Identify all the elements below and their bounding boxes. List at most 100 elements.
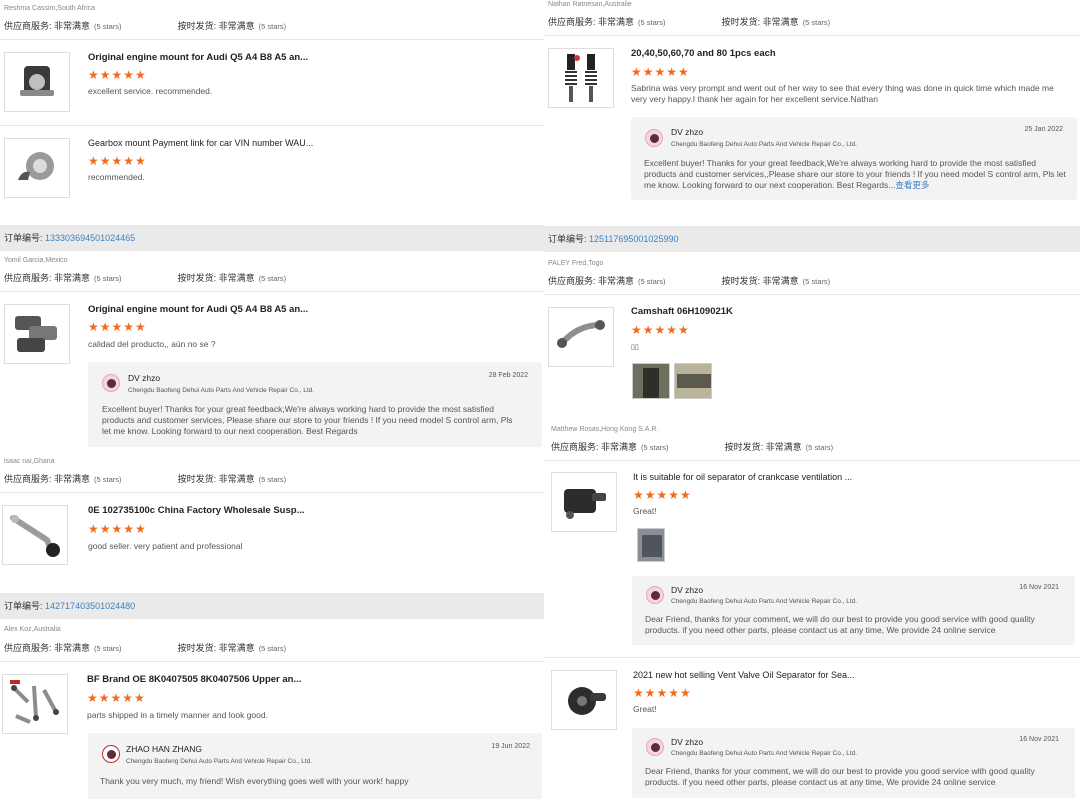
reply-text: Thank you very much, my friend! Wish eve… [100,776,409,786]
order-number-label: 订单编号: [4,601,43,611]
rating-stars-text: (5 stars) [638,277,666,286]
product-title-link[interactable]: It is suitable for oil separator of cran… [633,472,852,482]
divider [0,661,544,662]
product-title-link[interactable]: Original engine mount for Audi Q5 A4 B8 … [88,52,308,63]
rating-value: 非常满意 [218,474,255,484]
seller-company: Chengdu Baofeng Dehui Auto Parts And Veh… [671,598,858,605]
review-photo[interactable] [674,363,712,399]
rating-stars-text: (5 stars) [94,22,122,31]
product-title-link[interactable]: BF Brand OE 8K0407505 8K0407506 Upper an… [87,674,301,685]
review-comment: good seller. very patient and profession… [88,541,243,551]
seller-reply: DV zhzo Chengdu Baofeng Dehui Auto Parts… [88,362,542,447]
service-rating-line: 供应商服务: 非常满意 (5 stars) 按时发货: 非常满意 (5 stars) [548,274,830,287]
seller-avatar [102,374,120,392]
seller-reply: DV zhzo Chengdu Baofeng Dehui Auto Parts… [632,576,1075,645]
rating-stars-text: (5 stars) [802,18,831,27]
product-title-link[interactable]: 0E 102735100c China Factory Wholesale Su… [88,505,305,516]
seller-reply: ZHAO HAN ZHANG Chengdu Baofeng Dehui Aut… [88,733,542,799]
rating-value: 非常满意 [598,17,635,27]
star-rating: ★★★★★ [633,686,692,700]
reply-text: Dear Friend, thanks for your comment, we… [645,614,1035,635]
order-number-label: 订单编号: [4,233,43,243]
product-thumbnail[interactable] [4,52,70,112]
order-number-label: 订单编号: [548,234,587,244]
product-title-link[interactable]: Original engine mount for Audi Q5 A4 B8 … [88,304,308,315]
divider [544,294,1080,295]
product-title-link[interactable]: 20,40,50,60,70 and 80 1pcs each [631,48,776,59]
seller-name: DV zhzo [128,373,161,383]
review-comment: recommended. [88,172,145,182]
review-comment: Great! [633,506,657,516]
control-arm-icon [10,515,60,557]
rating-value: 非常满意 [218,273,255,283]
supplier-service-label: 供应商服务: [4,643,52,653]
star-rating: ★★★★★ [88,320,147,334]
engine-mount-icon [20,66,54,96]
seller-name: DV zhzo [671,585,704,595]
rating-value: 非常满意 [762,17,799,27]
product-title-link[interactable]: Camshaft 06H109021K [631,306,733,317]
star-rating: ★★★★★ [87,691,146,705]
service-rating-line: 供应商服务: 非常满意 (5 stars) 按时发货: 非常满意 (5 stars) [4,19,286,32]
product-thumbnail[interactable] [548,307,614,367]
order-number-bar: 订单编号: 125117695001025990 [544,226,1080,252]
seller-name: DV zhzo [671,737,704,747]
order-number-link[interactable]: 133303694501024465 [45,233,135,243]
review-photo-icon [638,529,664,561]
product-title-link[interactable]: 2021 new hot selling Vent Valve Oil Sepa… [633,670,854,680]
rating-stars-text: (5 stars) [258,22,287,31]
divider [0,492,544,493]
rating-stars-text: (5 stars) [258,274,287,283]
service-rating-line: 供应商服务: 非常满意 (5 stars) 按时发货: 非常满意 (5 stars) [4,641,286,654]
reply-date: 19 Jun 2022 [491,743,530,750]
seller-reply: DV zhzo Chengdu Baofeng Dehui Auto Parts… [631,117,1077,200]
buyer-name: Reshma Cassim,South Africa [4,5,96,12]
product-thumbnail[interactable] [548,48,614,108]
review-comment: ▯▯ [631,344,639,351]
reply-text: Dear Friend, thanks for your comment, we… [645,766,1035,787]
product-thumbnail[interactable] [4,138,70,198]
product-thumbnail[interactable] [551,670,617,730]
rating-stars-text: (5 stars) [802,277,831,286]
on-time-label: 按时发货: [177,273,217,283]
on-time-label: 按时发货: [721,276,761,286]
seller-name: DV zhzo [671,127,704,137]
on-time-label: 按时发货: [721,17,761,27]
reply-date: 25 Jan 2022 [1024,126,1063,133]
vent-valve-icon [568,687,606,715]
product-thumbnail[interactable] [551,472,617,532]
rating-value: 非常满意 [54,21,91,31]
rating-stars-text: (5 stars) [94,475,122,484]
product-thumbnail[interactable] [4,304,70,364]
product-thumbnail[interactable] [2,674,68,734]
seller-company: Chengdu Baofeng Dehui Auto Parts And Veh… [671,141,858,148]
supplier-service-label: 供应商服务: [551,442,599,452]
divider [544,35,1080,36]
divider [0,125,544,126]
rating-value: 非常满意 [54,643,91,653]
see-more-link[interactable]: 查看更多 [895,180,929,190]
product-thumbnail[interactable] [2,505,68,565]
air-struts-icon [565,54,597,102]
turbocharger-icon [18,152,54,180]
supplier-service-label: 供应商服务: [548,276,596,286]
order-number-link[interactable]: 125117695001025990 [589,234,678,244]
service-rating-line: 供应商服务: 非常满意 (5 stars) 按时发货: 非常满意 (5 stars) [4,271,286,284]
rating-value: 非常满意 [54,273,91,283]
product-title-link[interactable]: Gearbox mount Payment link for car VIN n… [88,138,313,148]
buyer-name: isaac nai,Ghana [4,458,55,465]
review-photo[interactable] [637,528,665,562]
service-rating-line: 供应商服务: 非常满意 (5 stars) 按时发货: 非常满意 (5 stars) [548,15,830,28]
reply-text-body: Excellent buyer! Thanks for your great f… [644,158,1066,190]
divider [544,460,1080,461]
rating-value: 非常满意 [598,276,635,286]
review-photo[interactable] [632,363,670,399]
rating-stars-text: (5 stars) [94,274,122,283]
buyer-name: Matthew Rosas,Hong Kong S.A.R. [551,426,659,433]
review-comment: parts shipped in a timely manner and loo… [87,710,268,720]
star-rating: ★★★★★ [633,488,692,502]
seller-company: Chengdu Baofeng Dehui Auto Parts And Veh… [128,387,315,394]
on-time-label: 按时发货: [177,643,217,653]
order-number-link[interactable]: 142717403501024480 [45,601,135,611]
control-arm-kit-icon [10,680,59,724]
